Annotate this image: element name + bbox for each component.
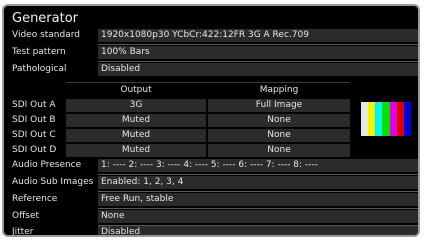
color-bar-5	[396, 102, 404, 136]
mapping-column-header: Mapping	[208, 84, 350, 97]
separator	[98, 191, 418, 192]
sdi-out-b-mapping[interactable]: None	[208, 114, 350, 127]
jitter-label: Jitter	[12, 227, 34, 237]
audio-presence-value: 1: ---- 2: ---- 3: ---- 4: ---- 5: ---- …	[98, 159, 418, 172]
reference-label: Reference	[12, 194, 58, 204]
sdi-out-c-output[interactable]: Muted	[66, 129, 206, 142]
sdi-out-d-mapping[interactable]: None	[208, 144, 350, 157]
sdi-out-a-output[interactable]: 3G	[66, 99, 206, 112]
generator-panel: Generator Video standard 1920x1080p30 YC…	[2, 4, 420, 237]
separator	[98, 208, 418, 209]
color-bar-0	[361, 102, 369, 136]
audio-sub-images-label: Audio Sub Images	[12, 177, 94, 187]
sdi-out-b-output[interactable]: Muted	[66, 114, 206, 127]
sdi-out-c-mapping[interactable]: None	[208, 129, 350, 142]
color-bar-3	[382, 102, 390, 136]
sdi-out-a-mapping[interactable]: Full Image	[208, 99, 350, 112]
header-rule	[66, 82, 350, 83]
color-bar-4	[389, 102, 397, 136]
color-bar-6	[403, 102, 411, 136]
panel-title: Generator	[12, 11, 79, 26]
separator	[98, 174, 418, 175]
separator	[98, 44, 418, 45]
pathological-label: Pathological	[12, 64, 67, 74]
color-bar-2	[375, 102, 383, 136]
pathological-value[interactable]: Disabled	[98, 63, 418, 76]
test-pattern-label: Test pattern	[12, 47, 66, 57]
offset-label: Offset	[12, 211, 40, 221]
separator	[98, 61, 418, 62]
offset-value[interactable]: None	[98, 210, 418, 223]
jitter-value[interactable]: Disabled	[98, 226, 418, 235]
output-column-header: Output	[66, 84, 206, 97]
reference-value[interactable]: Free Run, stable	[98, 193, 418, 206]
sdi-out-d-output[interactable]: Muted	[66, 144, 206, 157]
color-bars-preview	[361, 102, 411, 136]
video-standard-value[interactable]: 1920x1080p30 YCbCr:422:12FR 3G A Rec.709	[98, 29, 418, 42]
video-standard-label: Video standard	[12, 30, 80, 40]
audio-presence-label: Audio Presence	[12, 160, 82, 170]
color-bar-1	[368, 102, 376, 136]
test-pattern-value[interactable]: 100% Bars	[98, 46, 418, 59]
audio-sub-images-value[interactable]: Enabled: 1, 2, 3, 4	[98, 176, 418, 189]
